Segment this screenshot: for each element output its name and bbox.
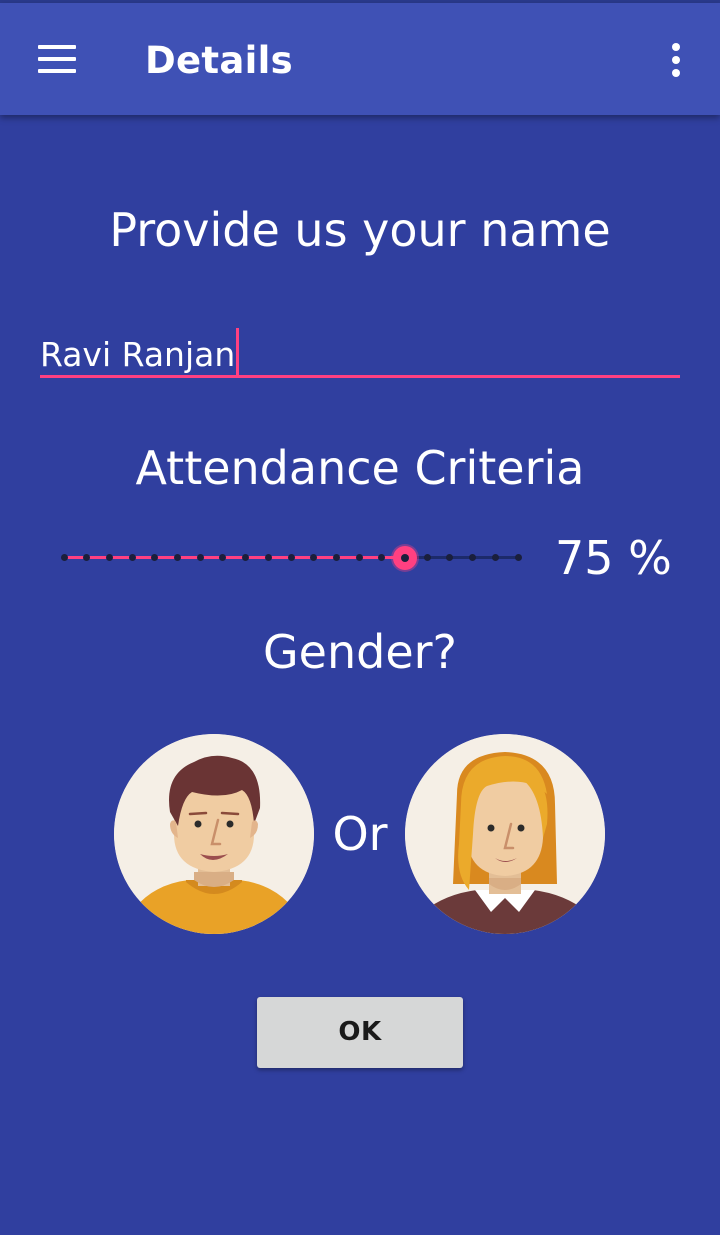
- ok-button[interactable]: OK: [257, 997, 463, 1068]
- slider-tick: [446, 554, 454, 561]
- attendance-heading: Attendance Criteria: [135, 441, 585, 495]
- slider-tick: [60, 554, 68, 561]
- slider-tick: [378, 554, 386, 561]
- slider-tick: [491, 554, 499, 561]
- overflow-menu-button[interactable]: [652, 31, 700, 91]
- slider-tick: [105, 554, 113, 561]
- slider-tick: [332, 554, 340, 561]
- female-avatar-icon: [405, 734, 605, 934]
- gender-heading: Gender?: [263, 625, 457, 679]
- female-avatar-button[interactable]: [405, 734, 605, 934]
- slider-tick: [264, 554, 272, 561]
- slider-thumb[interactable]: [392, 546, 417, 570]
- slider-tick: [83, 554, 91, 561]
- more-vertical-icon: [672, 43, 680, 77]
- slider-tick: [469, 554, 477, 561]
- slider-tick: [196, 554, 204, 561]
- slider-tick: [242, 554, 250, 561]
- text-cursor: [236, 328, 240, 376]
- name-heading: Provide us your name: [109, 203, 611, 257]
- hamburger-menu-icon: [38, 45, 76, 73]
- or-separator: Or: [332, 807, 388, 861]
- slider-tick: [355, 554, 363, 561]
- male-avatar-button[interactable]: [114, 734, 314, 934]
- name-input-text: Ravi Ranjan: [40, 335, 236, 374]
- attendance-value: 75 %: [555, 531, 672, 585]
- toolbar-title: Details: [145, 39, 293, 82]
- name-input[interactable]: Ravi Ranjan: [40, 328, 240, 376]
- slider-tick: [219, 554, 227, 561]
- name-field-underline: [40, 375, 680, 378]
- app-toolbar: Details: [0, 3, 720, 115]
- slider-tick: [151, 554, 159, 561]
- attendance-slider[interactable]: [52, 536, 532, 580]
- slider-tick: [128, 554, 136, 561]
- slider-tick: [310, 554, 318, 561]
- name-field[interactable]: Ravi Ranjan: [40, 320, 680, 382]
- slider-tick: [423, 554, 431, 561]
- slider-tick: [514, 554, 522, 561]
- slider-tick: [287, 554, 295, 561]
- slider-fill: [64, 556, 405, 559]
- slider-tick: [174, 554, 181, 561]
- male-avatar-icon: [114, 734, 314, 934]
- menu-button[interactable]: [28, 31, 84, 87]
